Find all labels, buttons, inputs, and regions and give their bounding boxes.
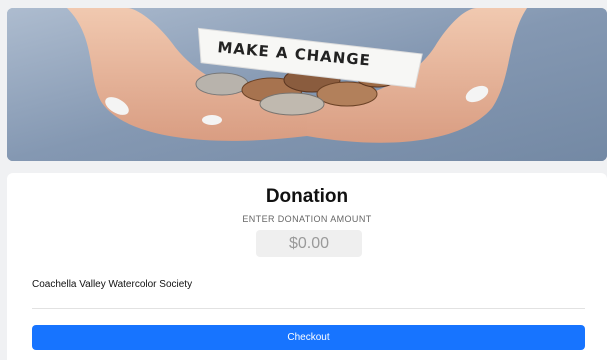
hero-image: MAKE A CHANGE [7, 8, 607, 161]
divider [32, 308, 585, 309]
checkout-button[interactable]: Checkout [32, 325, 585, 350]
page-title: Donation [265, 186, 349, 207]
hands-with-coins-illustration: MAKE A CHANGE [7, 8, 607, 161]
donation-page: MAKE A CHANGE Donation ENTER DONATION AM… [0, 0, 607, 360]
donation-amount-label: ENTER DONATION AMOUNT [242, 214, 372, 224]
donation-amount-input[interactable] [256, 230, 362, 257]
organization-name: Coachella Valley Watercolor Society [32, 279, 193, 290]
donation-card: Donation ENTER DONATION AMOUNT Coachella… [7, 173, 607, 360]
